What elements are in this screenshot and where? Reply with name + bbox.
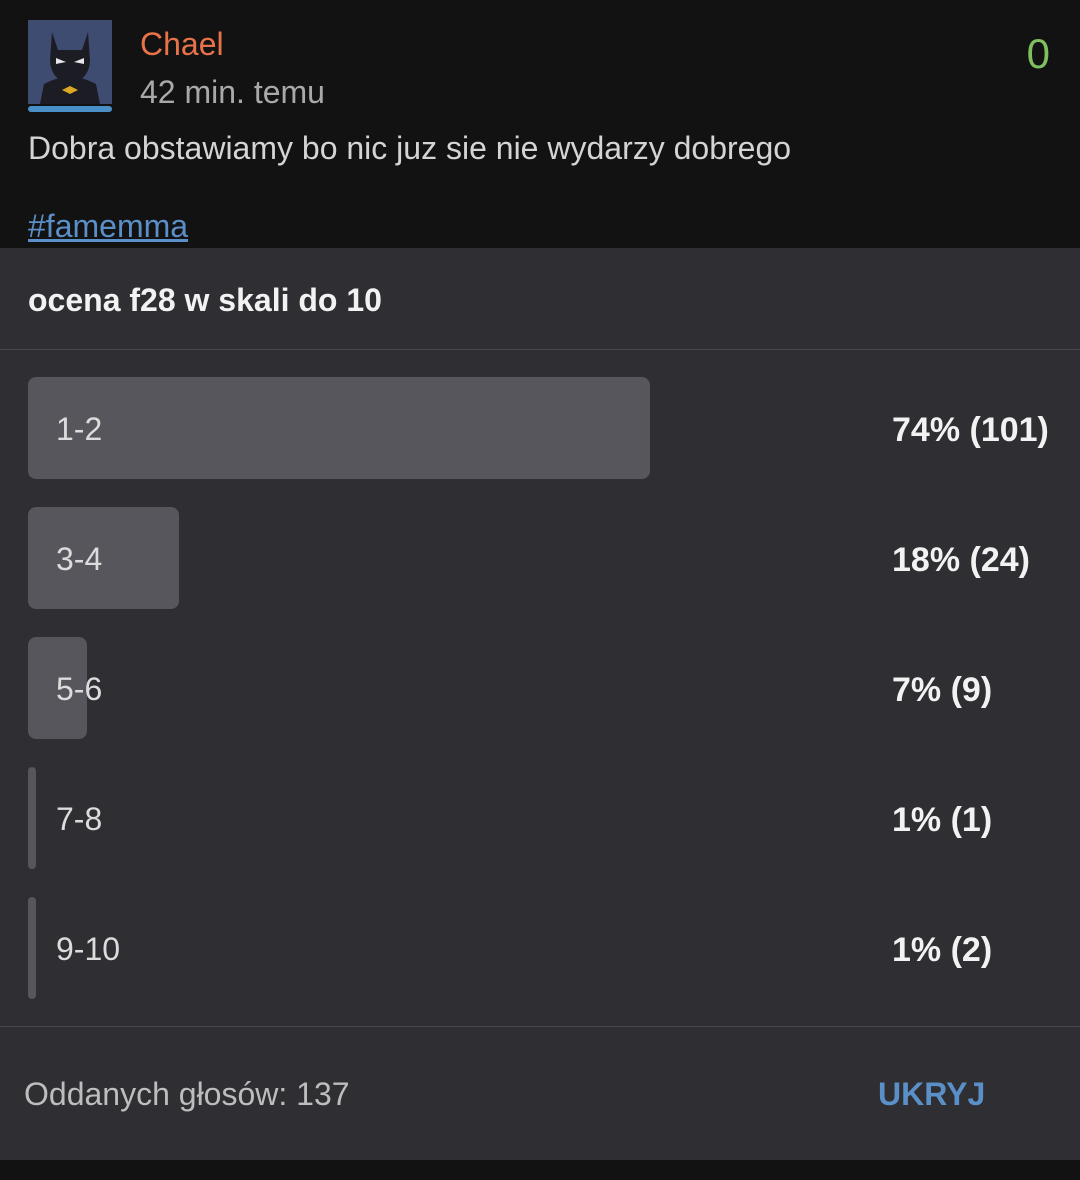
poll-option-result: 18% (24) <box>892 541 1030 579</box>
poll-option[interactable]: 7-8 1% (1) <box>28 767 1052 869</box>
hashtag-link[interactable]: #famemma <box>28 208 188 245</box>
poll-option-bar <box>28 767 36 869</box>
batman-avatar-icon[interactable] <box>28 20 112 104</box>
poll-option-bar <box>28 507 179 609</box>
poll-option-result: 74% (101) <box>892 411 1049 449</box>
poll-card: ocena f28 w skali do 10 1-2 74% (101) 3-… <box>0 248 1080 1160</box>
poll-option[interactable]: 1-2 74% (101) <box>28 377 1052 479</box>
post-body: Dobra obstawiamy bo nic juz sie nie wyda… <box>28 130 792 166</box>
poll-option-label: 3-4 <box>56 541 103 577</box>
poll-option-label: 1-2 <box>56 411 103 447</box>
post-header: Chael 42 min. temu 0 Dobra obstawiamy bo… <box>0 0 1080 248</box>
poll-option[interactable]: 9-10 1% (2) <box>28 897 1052 999</box>
bottom-strip <box>0 1160 1080 1180</box>
poll-option-result: 1% (2) <box>892 931 993 969</box>
votes-count: Oddanych głosów: 137 <box>24 1076 350 1112</box>
post-score: 0 <box>1026 30 1050 77</box>
poll-option-label: 7-8 <box>56 801 103 837</box>
poll-option-bar <box>28 897 36 999</box>
poll-divider <box>0 349 1080 350</box>
poll-option-bar <box>28 377 650 479</box>
poll-footer-divider <box>0 1026 1080 1027</box>
post-time: 42 min. temu <box>140 74 325 110</box>
avatar-underline <box>28 106 112 112</box>
poll-option-result: 1% (1) <box>892 801 993 839</box>
username[interactable]: Chael <box>140 26 224 63</box>
hide-poll-button[interactable]: UKRYJ <box>878 1076 985 1113</box>
poll-option-label: 5-6 <box>56 671 103 707</box>
poll-option-label: 9-10 <box>56 931 121 967</box>
poll-option-result: 7% (9) <box>892 671 993 709</box>
poll-title: ocena f28 w skali do 10 <box>28 282 382 318</box>
poll-option[interactable]: 5-6 7% (9) <box>28 637 1052 739</box>
poll-option[interactable]: 3-4 18% (24) <box>28 507 1052 609</box>
